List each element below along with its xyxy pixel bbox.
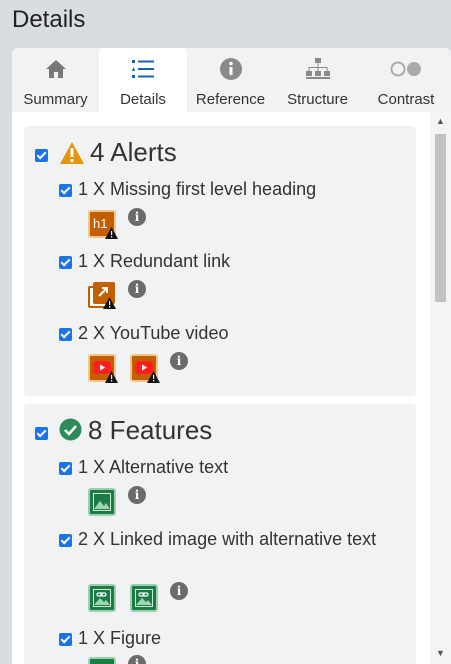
feature-linked-image-info-icon[interactable]: i <box>170 582 188 600</box>
image-alt-icon[interactable] <box>88 488 116 516</box>
feature-alt-text-checkbox[interactable] <box>59 462 72 475</box>
alerts-heading: 4 Alerts <box>90 137 177 167</box>
feature-figure-checkbox[interactable] <box>59 633 72 646</box>
linked-image-icon[interactable] <box>88 584 116 612</box>
tab-reference[interactable]: Reference <box>187 48 274 112</box>
feature-alt-text-label: 1 X Alternative text <box>78 457 229 477</box>
alert-missing-h1-checkbox[interactable] <box>59 184 72 197</box>
alerts-checkbox[interactable] <box>35 149 48 162</box>
details-panel: Summary Details Reference Structure Cont… <box>12 48 451 664</box>
features-checkbox[interactable] <box>35 427 48 440</box>
tab-summary[interactable]: Summary <box>12 48 99 112</box>
tab-structure[interactable]: Structure <box>274 48 361 112</box>
alert-youtube-label: 2 X YouTube video <box>78 323 229 343</box>
tab-bar: Summary Details Reference Structure Cont… <box>12 48 451 112</box>
tab-summary-label: Summary <box>23 91 88 108</box>
youtube-alert-icon[interactable] <box>88 354 118 383</box>
alert-missing-h1-label: 1 X Missing first level heading <box>78 179 317 199</box>
info-icon <box>187 58 274 80</box>
alert-warning-icon <box>60 142 84 164</box>
details-content: 4 Alerts 1 X Missing first level heading… <box>12 112 451 664</box>
tab-contrast[interactable]: Contrast <box>361 48 451 112</box>
alert-redundant-link-checkbox[interactable] <box>59 256 72 269</box>
features-heading: 8 Features <box>88 415 213 445</box>
heading-h1-alert-icon[interactable]: h1 <box>88 210 118 239</box>
feature-check-icon <box>59 418 82 441</box>
alert-redundant-link-info-icon[interactable]: i <box>128 280 146 298</box>
home-icon <box>12 58 99 80</box>
scroll-thumb[interactable] <box>435 134 446 302</box>
feature-figure-info-icon[interactable]: i <box>128 655 146 664</box>
feature-figure-label: 1 X Figure <box>78 628 162 648</box>
page-title: Details <box>12 6 86 33</box>
scroll-up-arrow-icon[interactable]: ▲ <box>435 116 446 126</box>
tab-contrast-label: Contrast <box>377 91 435 108</box>
alerts-section: 4 Alerts 1 X Missing first level heading… <box>24 126 416 396</box>
tab-details[interactable]: Details <box>99 48 187 112</box>
alert-youtube-checkbox[interactable] <box>59 328 72 341</box>
redundant-link-alert-icon[interactable] <box>88 282 116 310</box>
vertical-scrollbar[interactable]: ▲ ▼ <box>430 112 451 664</box>
scroll-down-arrow-icon[interactable]: ▼ <box>435 648 446 658</box>
structure-icon <box>274 58 361 80</box>
features-section: 8 Features 1 X Alternative text i 2 X Li… <box>24 404 416 664</box>
feature-alt-text-info-icon[interactable]: i <box>128 486 146 504</box>
list-icon <box>99 58 187 80</box>
figure-icon[interactable] <box>88 657 116 664</box>
tab-details-label: Details <box>120 91 166 108</box>
youtube-alert-icon[interactable] <box>130 354 160 383</box>
linked-image-icon[interactable] <box>130 584 158 612</box>
feature-linked-image-label: 2 X Linked image with alternative text <box>78 529 377 549</box>
alert-redundant-link-label: 1 X Redundant link <box>78 251 231 271</box>
tab-structure-label: Structure <box>287 91 348 108</box>
tab-reference-label: Reference <box>195 91 266 108</box>
alert-missing-h1-info-icon[interactable]: i <box>128 208 146 226</box>
contrast-icon <box>361 58 451 80</box>
alert-youtube-info-icon[interactable]: i <box>170 352 188 370</box>
